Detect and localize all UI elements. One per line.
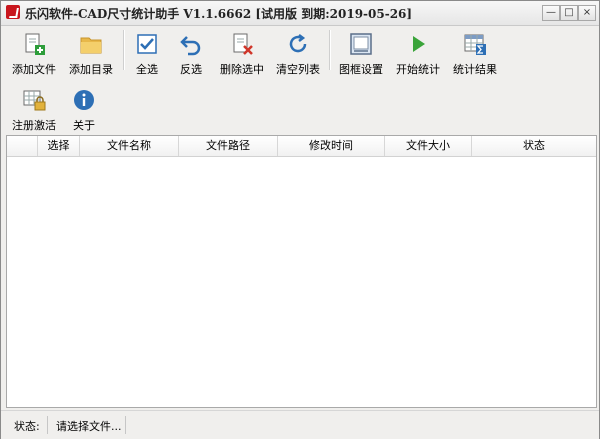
about-label: 关于 [73, 119, 95, 132]
delete-doc-icon [233, 33, 253, 55]
table-sum-icon [464, 34, 486, 55]
status-separator [47, 416, 48, 434]
grid-row-indicator [7, 136, 38, 156]
lock-grid-icon [23, 90, 46, 111]
column-header-select[interactable]: 选择 [38, 136, 80, 156]
add-file-icon [25, 33, 45, 55]
status-separator [125, 416, 126, 434]
info-icon [74, 90, 94, 110]
start-stats-button[interactable]: 开始统计 [390, 28, 446, 76]
frame-icon [350, 33, 372, 55]
title-bar[interactable]: 乐闪软件-CAD尺寸统计助手 V1.1.6662 [试用版 到期:2019-05… [1, 1, 599, 26]
app-window: 乐闪软件-CAD尺寸统计助手 V1.1.6662 [试用版 到期:2019-05… [0, 0, 600, 439]
grid-header: 选择 文件名称 文件路径 修改时间 文件大小 状态 [7, 136, 596, 157]
stats-result-button[interactable]: 统计结果 [447, 28, 503, 76]
column-header-modified-time[interactable]: 修改时间 [278, 136, 385, 156]
close-button[interactable]: × [578, 5, 596, 21]
folder-icon [80, 37, 102, 54]
column-header-status[interactable]: 状态 [472, 136, 596, 156]
frame-settings-button[interactable]: 图框设置 [333, 28, 389, 76]
delete-selected-button[interactable]: 删除选中 [214, 28, 270, 76]
app-logo-icon [6, 5, 20, 19]
undo-arrow-icon [180, 36, 201, 56]
play-icon [413, 36, 425, 52]
column-header-file-size[interactable]: 文件大小 [385, 136, 472, 156]
window-title: 乐闪软件-CAD尺寸统计助手 V1.1.6662 [试用版 到期:2019-05… [25, 7, 413, 21]
clear-list-button[interactable]: 清空列表 [270, 28, 326, 76]
maximize-button[interactable]: □ [560, 5, 578, 21]
column-header-file-name[interactable]: 文件名称 [80, 136, 179, 156]
status-label: 状态: [14, 420, 40, 433]
about-button[interactable]: 关于 [56, 84, 112, 132]
status-bar: 状态: 请选择文件... [1, 410, 599, 439]
minimize-button[interactable]: — [542, 5, 560, 21]
clear-list-label: 清空列表 [276, 63, 320, 76]
column-header-file-path[interactable]: 文件路径 [179, 136, 278, 156]
stats-result-label: 统计结果 [453, 63, 497, 76]
status-message: 请选择文件... [56, 420, 122, 433]
toolbar: 添加文件 添加目录 全选 反选 删除选中 清空列表 图框设置 开始统计 统计结果… [1, 26, 599, 136]
file-list-grid[interactable]: 选择 文件名称 文件路径 修改时间 文件大小 状态 [6, 135, 597, 408]
add-folder-button[interactable]: 添加目录 [63, 28, 119, 76]
checkbox-checked-icon [137, 34, 157, 54]
add-file-button[interactable]: 添加文件 [6, 28, 62, 76]
refresh-icon [289, 34, 307, 53]
